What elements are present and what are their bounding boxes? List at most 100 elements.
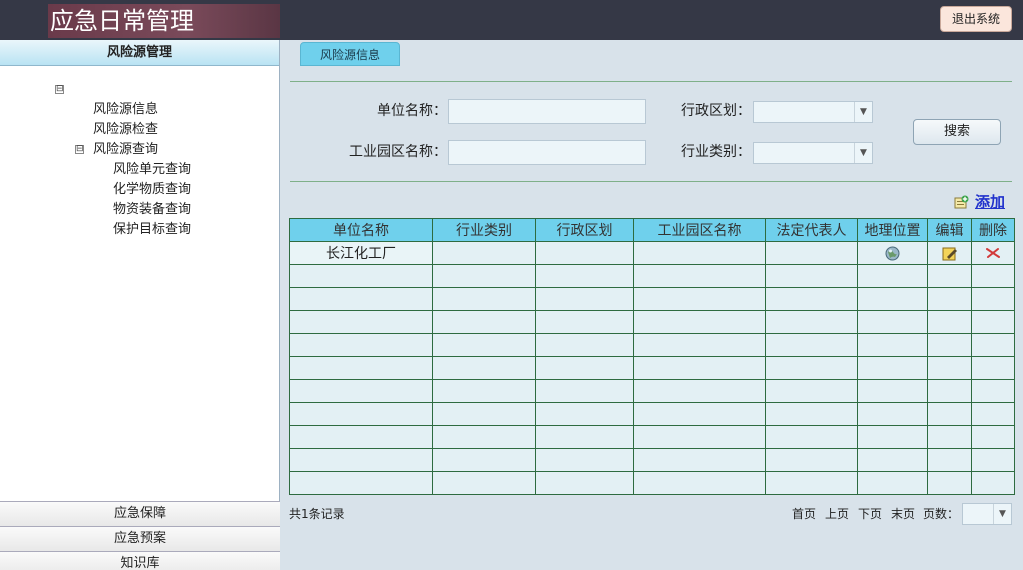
sidebar-section-knowledge-base[interactable]: 知识库 (0, 551, 280, 570)
main-content: 风险源信息 单位名称： 行政区划： ▼ 工业园区名称： 行业类别： ▼ 搜索 添… (281, 40, 1023, 570)
edit-cell (927, 241, 972, 265)
table-cell-empty (633, 402, 766, 426)
column-header: 工业园区名称 (633, 218, 766, 242)
industry-cell (432, 241, 536, 265)
table-cell-empty (535, 379, 634, 403)
district-cell (535, 241, 634, 265)
park-cell (633, 241, 766, 265)
table-cell-empty (857, 264, 928, 288)
table-cell-empty (971, 356, 1015, 380)
industry-select[interactable]: ▼ (753, 142, 873, 164)
table-cell-empty (765, 379, 858, 403)
park-name-label: 工业园区名称： (349, 144, 447, 160)
table-cell-empty (289, 425, 433, 449)
table-cell-empty (971, 333, 1015, 357)
column-header: 单位名称 (289, 218, 433, 242)
table-cell-empty (633, 425, 766, 449)
edit-icon[interactable] (942, 246, 958, 261)
sidebar-item-chemical-query[interactable]: 化学物质查询 (113, 180, 191, 200)
table-row-empty (289, 287, 1015, 311)
table-row-empty (289, 425, 1015, 449)
table-cell-empty (432, 471, 536, 495)
delete-icon[interactable] (986, 247, 1000, 259)
legal-rep-cell (765, 241, 858, 265)
add-label: 添加 (975, 193, 1006, 211)
prev-page-link[interactable]: 上页 (825, 503, 849, 525)
column-header: 删除 (971, 218, 1015, 242)
table-row-empty (289, 448, 1015, 472)
globe-icon[interactable] (885, 246, 900, 261)
table-cell-empty (289, 402, 433, 426)
table-cell-empty (765, 287, 858, 311)
page-select[interactable]: ▼ (962, 503, 1012, 525)
table-cell-empty (927, 402, 972, 426)
park-name-input[interactable] (448, 140, 646, 165)
tree-collapse-icon[interactable]: ⊟ (75, 145, 84, 154)
app-title: 应急日常管理 (48, 4, 280, 38)
table-cell-empty (857, 448, 928, 472)
table-cell-empty (535, 264, 634, 288)
table-cell-empty (857, 310, 928, 334)
table-row: 长江化工厂 (289, 241, 1015, 265)
search-button[interactable]: 搜索 (913, 119, 1001, 145)
sidebar-section-emergency-plan[interactable]: 应急预案 (0, 526, 280, 551)
table-cell-empty (535, 402, 634, 426)
district-select[interactable]: ▼ (753, 101, 873, 123)
table-header-row: 单位名称 行业类别 行政区划 工业园区名称 法定代表人 地理位置 编辑 删除 (289, 218, 1015, 242)
top-header: 应急日常管理 退出系统 (0, 0, 1023, 40)
table-cell-empty (633, 333, 766, 357)
table-cell-empty (432, 356, 536, 380)
table-cell-empty (765, 264, 858, 288)
table-cell-empty (432, 448, 536, 472)
column-header: 行政区划 (535, 218, 634, 242)
sidebar-item-risk-source-check[interactable]: 风险源检查 (93, 120, 158, 140)
logout-button[interactable]: 退出系统 (940, 6, 1012, 32)
table-cell-empty (927, 379, 972, 403)
company-name-label: 单位名称： (377, 103, 447, 119)
divider (290, 181, 1012, 182)
table-cell-empty (289, 310, 433, 334)
table-cell-empty (432, 425, 536, 449)
table-cell-empty (765, 425, 858, 449)
sidebar-item-protection-target-query[interactable]: 保护目标查询 (113, 220, 191, 240)
table-cell-empty (633, 448, 766, 472)
tab-risk-source-info[interactable]: 风险源信息 (300, 42, 400, 66)
table-row-empty (289, 471, 1015, 495)
table-cell-empty (535, 333, 634, 357)
table-cell-empty (927, 310, 972, 334)
table-cell-empty (857, 402, 928, 426)
table-cell-empty (927, 448, 972, 472)
table-row-empty (289, 310, 1015, 334)
table-cell-empty (927, 471, 972, 495)
sidebar-item-equipment-query[interactable]: 物资装备查询 (113, 200, 191, 220)
chevron-down-icon: ▼ (854, 102, 872, 122)
table-cell-empty (289, 287, 433, 311)
table-cell-empty (289, 356, 433, 380)
table-row-empty (289, 402, 1015, 426)
table-cell-empty (289, 333, 433, 357)
tree-collapse-icon[interactable]: ⊟ (55, 85, 64, 94)
table-cell-empty (289, 471, 433, 495)
chevron-down-icon: ▼ (993, 504, 1011, 524)
table-cell-empty (971, 287, 1015, 311)
next-page-link[interactable]: 下页 (858, 503, 882, 525)
column-header: 编辑 (927, 218, 972, 242)
table-row-empty (289, 264, 1015, 288)
last-page-link[interactable]: 末页 (891, 503, 915, 525)
sidebar-item-risk-unit-query[interactable]: 风险单元查询 (113, 160, 191, 180)
company-cell: 长江化工厂 (289, 241, 433, 265)
company-name-input[interactable] (448, 99, 646, 124)
table-cell-empty (432, 402, 536, 426)
table-cell-empty (971, 448, 1015, 472)
sidebar: 风险源管理 ⊟ 风险源信息 风险源检查 ⊟ 风险源查询 风险单元查询 化学物质查… (0, 40, 280, 570)
sidebar-item-risk-source-info[interactable]: 风险源信息 (93, 100, 158, 120)
column-header: 法定代表人 (765, 218, 858, 242)
table-cell-empty (289, 448, 433, 472)
sidebar-section-emergency-support[interactable]: 应急保障 (0, 501, 280, 526)
first-page-link[interactable]: 首页 (792, 503, 816, 525)
table-cell-empty (432, 264, 536, 288)
sidebar-item-risk-source-query[interactable]: 风险源查询 (93, 140, 158, 160)
table-cell-empty (857, 333, 928, 357)
table-cell-empty (765, 333, 858, 357)
table-cell-empty (857, 379, 928, 403)
